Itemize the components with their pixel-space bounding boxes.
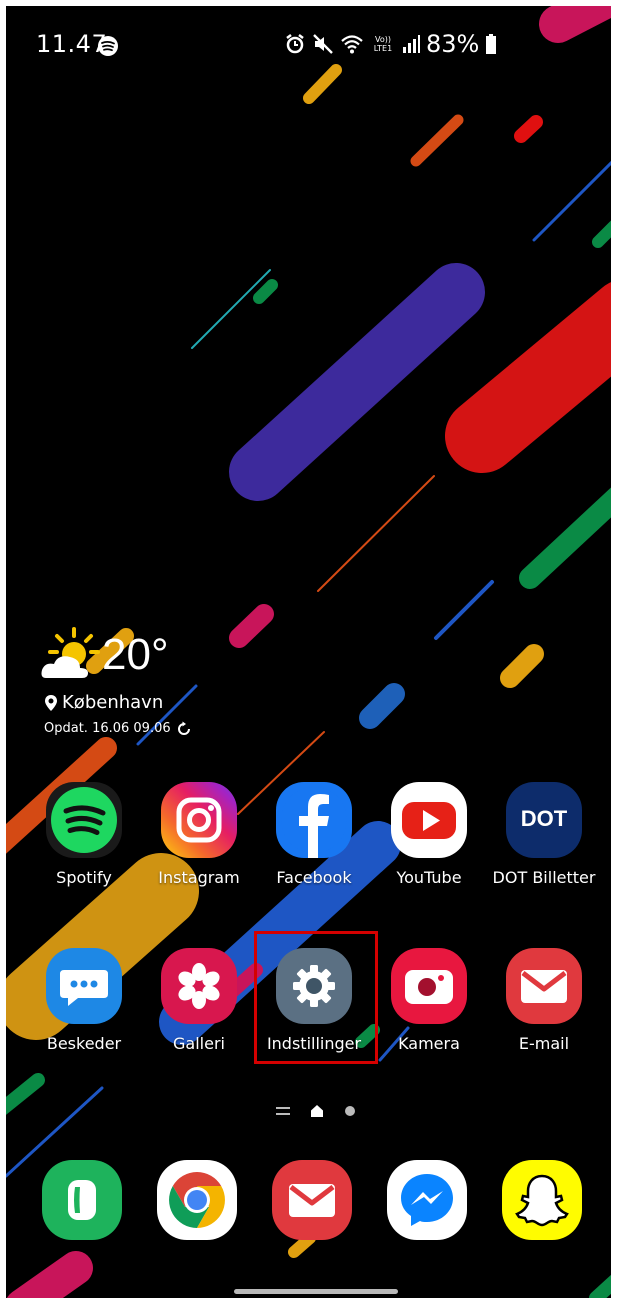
app-label: Spotify xyxy=(56,868,112,887)
spotify-icon xyxy=(46,782,122,858)
youtube-icon xyxy=(391,782,467,858)
app-galleri[interactable]: Galleri xyxy=(144,948,254,1053)
app-label: DOT Billetter xyxy=(492,868,596,887)
home-gesture-bar[interactable] xyxy=(234,1289,398,1294)
app-spotify[interactable]: Spotify xyxy=(29,782,139,887)
camera-icon xyxy=(391,948,467,1024)
page-indicator[interactable] xyxy=(276,1104,356,1118)
spotify-icon xyxy=(97,35,119,57)
app-label: E-mail xyxy=(518,1034,570,1053)
gallery-icon xyxy=(161,948,237,1024)
app-label: Beskeder xyxy=(46,1034,122,1053)
menu-lines-icon xyxy=(276,1106,290,1116)
alarm-icon xyxy=(284,33,306,55)
dock-messenger[interactable] xyxy=(372,1160,482,1240)
page-dot-icon xyxy=(344,1105,356,1117)
email-icon xyxy=(506,948,582,1024)
weather-temperature: 20° xyxy=(102,630,169,679)
refresh-icon[interactable] xyxy=(177,721,192,736)
app-facebook[interactable]: Facebook xyxy=(259,782,369,887)
snapchat-icon xyxy=(502,1160,582,1240)
phone-screen: 11.47 Vo)) LTE1 83% 20° København Opdat.… xyxy=(6,6,611,1298)
chrome-icon xyxy=(157,1160,237,1240)
app-beskeder[interactable]: Beskeder xyxy=(29,948,139,1053)
dock-snapchat[interactable] xyxy=(487,1160,597,1240)
app-instagram[interactable]: Instagram xyxy=(144,782,254,887)
dock-chrome[interactable] xyxy=(142,1160,252,1240)
app-kamera[interactable]: Kamera xyxy=(374,948,484,1053)
weather-updated: Opdat. 16.06 09.06 xyxy=(44,721,171,736)
instagram-icon xyxy=(161,782,237,858)
wifi-icon xyxy=(340,33,364,55)
app-youtube[interactable]: YouTube xyxy=(374,782,484,887)
settings-highlight-box xyxy=(254,931,378,1064)
app-dot-billetter[interactable]: DOT DOT Billetter xyxy=(489,782,599,887)
home-page-icon xyxy=(310,1104,324,1118)
mute-icon xyxy=(312,33,334,55)
dock-email[interactable] xyxy=(257,1160,367,1240)
dock-phone[interactable] xyxy=(27,1160,137,1240)
weather-location: København xyxy=(62,692,164,713)
facebook-icon xyxy=(276,782,352,858)
signal-icon xyxy=(402,34,420,54)
app-label: Kamera xyxy=(398,1034,460,1053)
phone-icon xyxy=(42,1160,122,1240)
app-label: Instagram xyxy=(158,868,240,887)
battery-icon xyxy=(485,33,497,55)
messenger-icon xyxy=(387,1160,467,1240)
app-email[interactable]: E-mail xyxy=(489,948,599,1053)
app-label: Facebook xyxy=(276,868,352,887)
network-label: Vo)) LTE1 xyxy=(373,35,393,53)
status-bar: 11.47 Vo)) LTE1 83% xyxy=(6,6,611,76)
partly-cloudy-icon xyxy=(40,626,106,682)
app-label: YouTube xyxy=(396,868,462,887)
battery-percentage: 83% xyxy=(426,30,480,58)
messages-icon xyxy=(46,948,122,1024)
dot-icon: DOT xyxy=(506,782,582,858)
location-pin-icon xyxy=(44,694,58,712)
app-label: Galleri xyxy=(173,1034,225,1053)
email-icon xyxy=(272,1160,352,1240)
